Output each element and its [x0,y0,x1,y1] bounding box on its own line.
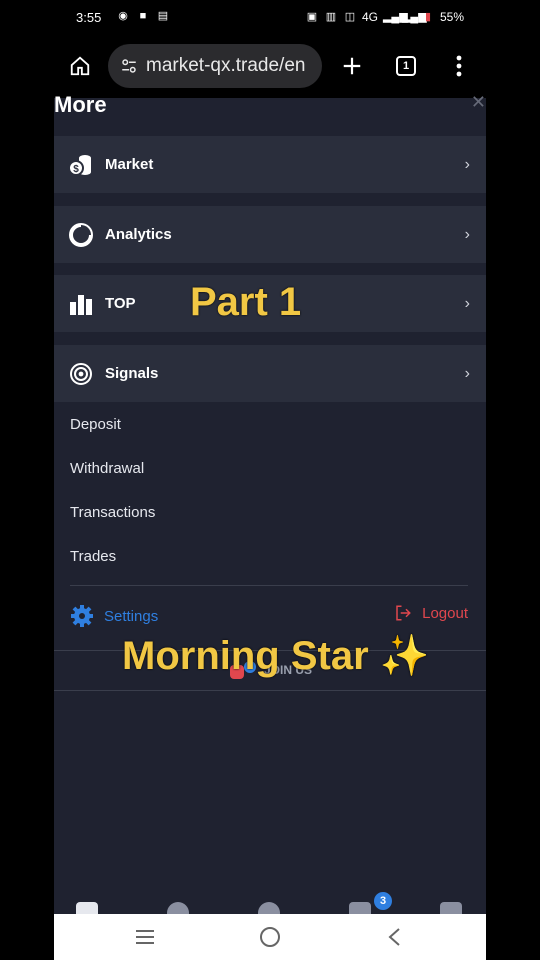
status-system-icons: ▣ ▥ ◫ 4G ▂▄▆ ▂▄▆ ▮ 55% [305,10,464,24]
coins-icon: $ [68,152,94,178]
browser-toolbar: market-qx.trade/en 1 [54,36,486,98]
battery-level: 55% [439,10,464,24]
chevron-right-icon: › [464,294,470,312]
account-tab-icon[interactable] [258,902,280,914]
menu-item-signals[interactable]: Signals › [54,345,486,402]
link-withdrawal[interactable]: Withdrawal [70,460,144,477]
recents-icon[interactable] [132,924,158,950]
help-tab-icon[interactable] [167,902,189,914]
url-bar[interactable]: market-qx.trade/en [108,44,322,88]
more-panel: More ✕ $ Market › Analytics › TOP › Sign… [54,92,486,914]
system-navigation-bar [54,914,486,960]
trophy-tab-icon[interactable] [349,902,371,914]
radar-icon [68,361,94,387]
volte-icon: ◫ [344,11,356,23]
url-text: market-qx.trade/en [146,55,306,76]
video-overlay-part: Part 1 [190,280,302,324]
settings-label: Settings [104,607,159,625]
status-time: 3:55 [76,10,102,25]
logout-button[interactable]: Logout [394,604,468,622]
divider [70,585,468,586]
menu-label-analytics: Analytics [105,226,172,243]
more-tab-icon[interactable] [440,902,462,914]
app-bottom-tabs [54,896,486,914]
status-notification-icons: ◉ ■ ▤ [116,10,170,22]
camera-icon: ■ [139,10,147,22]
chevron-right-icon: › [464,155,470,173]
vibrate-icon: ▥ [325,11,337,23]
network-type: 4G [361,10,378,24]
battery-icon: ▮ [424,11,431,23]
menu-label-market: Market [105,156,154,173]
status-bar: 3:55 ◉ ■ ▤ ▣ ▥ ◫ 4G ▂▄▆ ▂▄▆ ▮ 55% [54,0,486,36]
link-trades[interactable]: Trades [70,548,116,565]
site-settings-icon[interactable] [120,57,138,75]
overflow-menu-icon[interactable] [443,50,475,82]
gear-icon [71,605,93,627]
notification-badge: 3 [374,892,392,910]
tab-count: 1 [396,56,416,76]
bars-icon [68,291,94,317]
tab-switcher-button[interactable]: 1 [390,50,422,82]
link-deposit[interactable]: Deposit [70,416,121,433]
panel-title: More [54,92,107,117]
signal-icon: ▂▄▆ [382,11,408,23]
home-icon[interactable] [64,50,96,82]
new-tab-icon[interactable] [336,50,368,82]
app-notification-icon: ▤ [157,10,169,22]
logout-label: Logout [422,604,468,622]
close-icon[interactable]: ✕ [471,92,486,113]
pie-chart-icon [68,222,94,248]
svg-text:$: $ [73,164,79,175]
logout-icon [396,605,411,621]
menu-item-market[interactable]: $ Market › [54,136,486,193]
menu-item-analytics[interactable]: Analytics › [54,206,486,263]
link-transactions[interactable]: Transactions [70,504,155,521]
chevron-right-icon: › [464,364,470,382]
menu-label-signals: Signals [105,365,159,382]
video-overlay-caption: Morning Star ✨ [122,634,430,678]
chevron-right-icon: › [464,225,470,243]
settings-button[interactable]: Settings [70,604,158,628]
chart-tab-icon[interactable] [76,902,98,914]
back-icon[interactable] [381,924,407,950]
cast-icon: ▣ [306,11,318,23]
menu-label-top: TOP [105,295,136,312]
signal-icon-2: ▂▄▆ [401,11,427,23]
whatsapp-icon: ◉ [118,10,128,22]
home-nav-icon[interactable] [257,924,283,950]
